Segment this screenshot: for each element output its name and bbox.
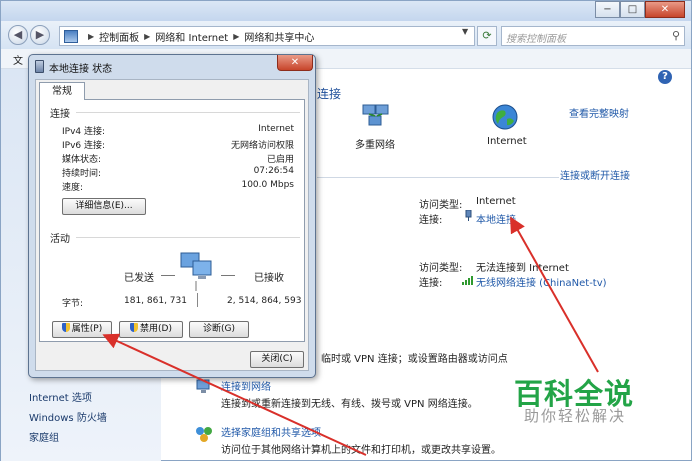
arrow-to-properties-button [102, 333, 367, 456]
watermark-slogan: 助你轻松解决 [524, 407, 627, 425]
arrow-to-local-connection [510, 216, 599, 373]
tab-general[interactable]: 常规 [39, 82, 85, 100]
